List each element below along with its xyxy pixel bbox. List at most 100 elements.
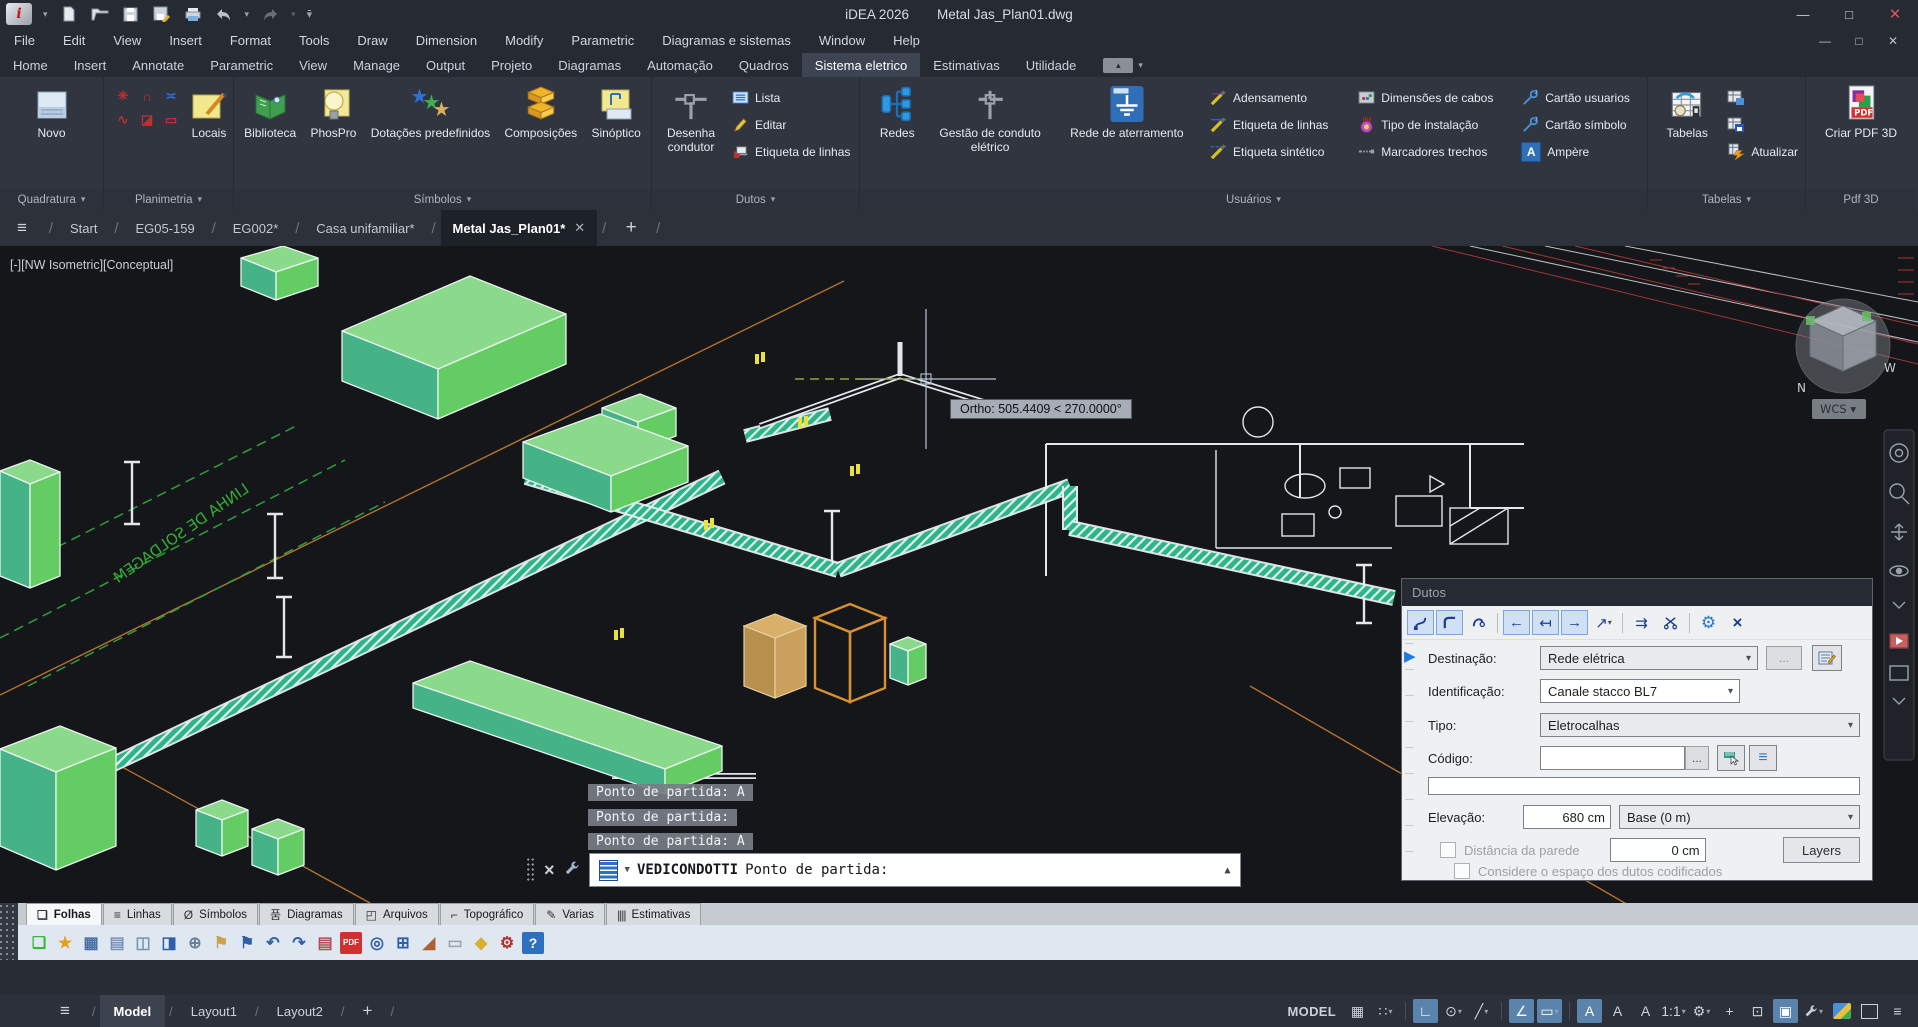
destinacao-select[interactable]: Rede elétrica▾ bbox=[1540, 646, 1758, 670]
ribbon-tab-manage[interactable]: Manage bbox=[340, 53, 413, 77]
blank-icon[interactable]: ▭ bbox=[444, 932, 466, 954]
distancia-checkbox[interactable] bbox=[1440, 842, 1456, 858]
destinacao-properties-button[interactable] bbox=[1812, 645, 1842, 671]
codigo-pick-button[interactable] bbox=[1717, 745, 1745, 771]
ribbon-tab-quadros[interactable]: Quadros bbox=[726, 53, 802, 77]
save-icon[interactable] bbox=[121, 5, 141, 23]
ampere-button[interactable]: A Ampère bbox=[1517, 138, 1644, 165]
ribbon-tab-insert[interactable]: Insert bbox=[61, 53, 120, 77]
menu-tools[interactable]: Tools bbox=[285, 28, 343, 53]
marcadores-trechos-button[interactable]: Marcadores trechos bbox=[1353, 138, 1517, 165]
annotation-scale-value[interactable]: 1:1▾ bbox=[1661, 999, 1686, 1023]
phospro-button[interactable]: PhosPro bbox=[306, 82, 360, 140]
etiqueta-sintetico-button[interactable]: Etiqueta sintético bbox=[1205, 138, 1353, 165]
close-button[interactable]: ✕ bbox=[1872, 0, 1918, 28]
isolate-objects-icon[interactable] bbox=[1829, 999, 1854, 1023]
print-sheet-icon[interactable]: ▤ bbox=[314, 932, 336, 954]
destinacao-browse-button[interactable]: ... bbox=[1766, 646, 1802, 670]
menu-file[interactable]: File bbox=[0, 28, 49, 53]
desenha-condutor-button[interactable]: Desenha condutor bbox=[655, 82, 727, 154]
ribbon-tab-parametric[interactable]: Parametric bbox=[197, 53, 286, 77]
lista-button[interactable]: Lista bbox=[727, 84, 854, 111]
cancel-x-icon[interactable]: × bbox=[1724, 610, 1751, 635]
bottom-tab-linhas[interactable]: ≡Linhas bbox=[103, 903, 172, 925]
mdi-close-button[interactable]: ✕ bbox=[1878, 34, 1908, 48]
tipo-instalacao-button[interactable]: I02 Tipo de instalação bbox=[1353, 111, 1517, 138]
command-input-bar[interactable]: ▼ VEDICONDOTTI Ponto de partida: ▲ bbox=[589, 853, 1241, 887]
command-grip-handle[interactable] bbox=[526, 857, 535, 883]
pdf-export-icon[interactable]: PDF bbox=[340, 932, 362, 954]
editar-button[interactable]: Editar bbox=[727, 111, 854, 138]
panel-label-quadratura[interactable]: Quadratura▾ bbox=[0, 189, 103, 210]
layout-tab-layout1[interactable]: Layout1 bbox=[177, 995, 251, 1027]
clean-icon[interactable]: ◆ bbox=[470, 932, 492, 954]
menu-edit[interactable]: Edit bbox=[49, 28, 99, 53]
redo-arrow-icon[interactable]: ↷ bbox=[288, 932, 310, 954]
rect-icon[interactable]: ▭ bbox=[161, 110, 181, 130]
copy-sheet-icon[interactable]: ◫ bbox=[132, 932, 154, 954]
bottom-panel-grip[interactable] bbox=[0, 903, 18, 960]
grid-view-icon[interactable]: ⊞ bbox=[392, 932, 414, 954]
bottom-tab-diagramas[interactable]: 품Diagramas bbox=[259, 903, 354, 925]
command-close-icon[interactable]: × bbox=[544, 861, 555, 879]
command-recent-icon[interactable] bbox=[599, 860, 618, 881]
settings-gear-icon[interactable]: ⚙ bbox=[1695, 610, 1722, 635]
bottom-tab-varias[interactable]: ✎Varias bbox=[535, 903, 605, 925]
menu-diagramas[interactable]: Diagramas e sistemas bbox=[648, 28, 805, 53]
align-right-arrow-icon[interactable]: → bbox=[1561, 610, 1588, 635]
save-as-icon[interactable] bbox=[152, 5, 172, 23]
redo-chevron-icon[interactable]: ▾ bbox=[291, 9, 296, 20]
app-logo-icon[interactable]: i bbox=[6, 3, 32, 25]
toolbar-customize-icon[interactable]: ▾̄ bbox=[307, 8, 313, 21]
file-tabs-menu-icon[interactable]: ≡ bbox=[0, 210, 44, 246]
snap-mode-icon[interactable]: ∷▾ bbox=[1373, 999, 1398, 1023]
panel-label-simbolos[interactable]: Símbolos▾ bbox=[234, 189, 651, 210]
preview-icon[interactable]: ◎ bbox=[366, 932, 388, 954]
grid-display-icon[interactable]: ▦ bbox=[1345, 999, 1370, 1023]
identificacao-select[interactable]: Canale stacco BL7▾ bbox=[1540, 679, 1740, 703]
open-file-icon[interactable] bbox=[90, 5, 110, 23]
menu-draw[interactable]: Draw bbox=[343, 28, 401, 53]
ribbon-collapse-button[interactable]: ▲ ▾ bbox=[1103, 53, 1143, 77]
corner-duct-icon[interactable] bbox=[1436, 610, 1463, 635]
cartao-usuarios-button[interactable]: 1 Cartão usuarios bbox=[1517, 84, 1644, 111]
fullscreen-icon[interactable] bbox=[1857, 999, 1882, 1023]
save-sheet-icon[interactable]: ▦ bbox=[80, 932, 102, 954]
curve-duct-icon[interactable] bbox=[1465, 610, 1492, 635]
undo-arrow-icon[interactable]: ↶ bbox=[262, 932, 284, 954]
ribbon-tab-diagramas[interactable]: Diagramas bbox=[545, 53, 634, 77]
etiqueta-linhas-button[interactable]: Etiqueta de linhas bbox=[727, 138, 854, 165]
mdi-minimize-button[interactable]: — bbox=[1810, 34, 1840, 48]
menu-modify[interactable]: Modify bbox=[491, 28, 557, 53]
stretch-icon[interactable]: ⇉ bbox=[1628, 610, 1655, 635]
file-tab-eg05-159[interactable]: EG05-159 bbox=[123, 210, 206, 246]
menu-help[interactable]: Help bbox=[879, 28, 934, 53]
plot-icon[interactable] bbox=[183, 5, 203, 23]
isodraft-icon[interactable]: ╱▾ bbox=[1469, 999, 1494, 1023]
panel-label-tabelas[interactable]: Tabelas▾ bbox=[1648, 189, 1805, 210]
dimensoes-cabos-button[interactable]: Dimensões de cabos bbox=[1353, 84, 1517, 111]
minimize-button[interactable]: — bbox=[1780, 0, 1826, 28]
osnap-tracking-icon[interactable]: ∠ bbox=[1509, 999, 1534, 1023]
antenna-icon[interactable]: ✳ bbox=[113, 86, 133, 106]
codigo-browse-button[interactable]: ... bbox=[1685, 746, 1709, 770]
flag-star-icon[interactable]: ⚑ bbox=[210, 932, 232, 954]
atualizar-button[interactable]: Atualizar bbox=[1723, 138, 1802, 165]
ribbon-tab-home[interactable]: Home bbox=[0, 53, 61, 77]
close-tab-icon[interactable]: ✕ bbox=[574, 220, 585, 236]
new-file-icon[interactable] bbox=[59, 5, 79, 23]
ribbon-tab-output[interactable]: Output bbox=[413, 53, 478, 77]
cable-icon[interactable]: ≍ bbox=[161, 86, 181, 106]
panel-label-dutos[interactable]: Dutos▾ bbox=[652, 189, 859, 210]
polar-tracking-icon[interactable]: ⊙▾ bbox=[1441, 999, 1466, 1023]
sheet-icon[interactable]: ▤ bbox=[106, 932, 128, 954]
split-scissors-icon[interactable] bbox=[1657, 610, 1684, 635]
help-icon[interactable]: ? bbox=[522, 932, 544, 954]
gestao-conduto-button[interactable]: Gestão de conduto elétrico bbox=[931, 82, 1048, 154]
ribbon-tab-projeto[interactable]: Projeto bbox=[478, 53, 545, 77]
annotation-autoscale-icon[interactable]: A bbox=[1605, 999, 1630, 1023]
panel-label-usuarios[interactable]: Usuários▾ bbox=[860, 189, 1647, 210]
ribbon-tab-view[interactable]: View bbox=[286, 53, 340, 77]
menu-view[interactable]: View bbox=[99, 28, 155, 53]
model-space-badge[interactable]: MODEL bbox=[1288, 1004, 1342, 1019]
